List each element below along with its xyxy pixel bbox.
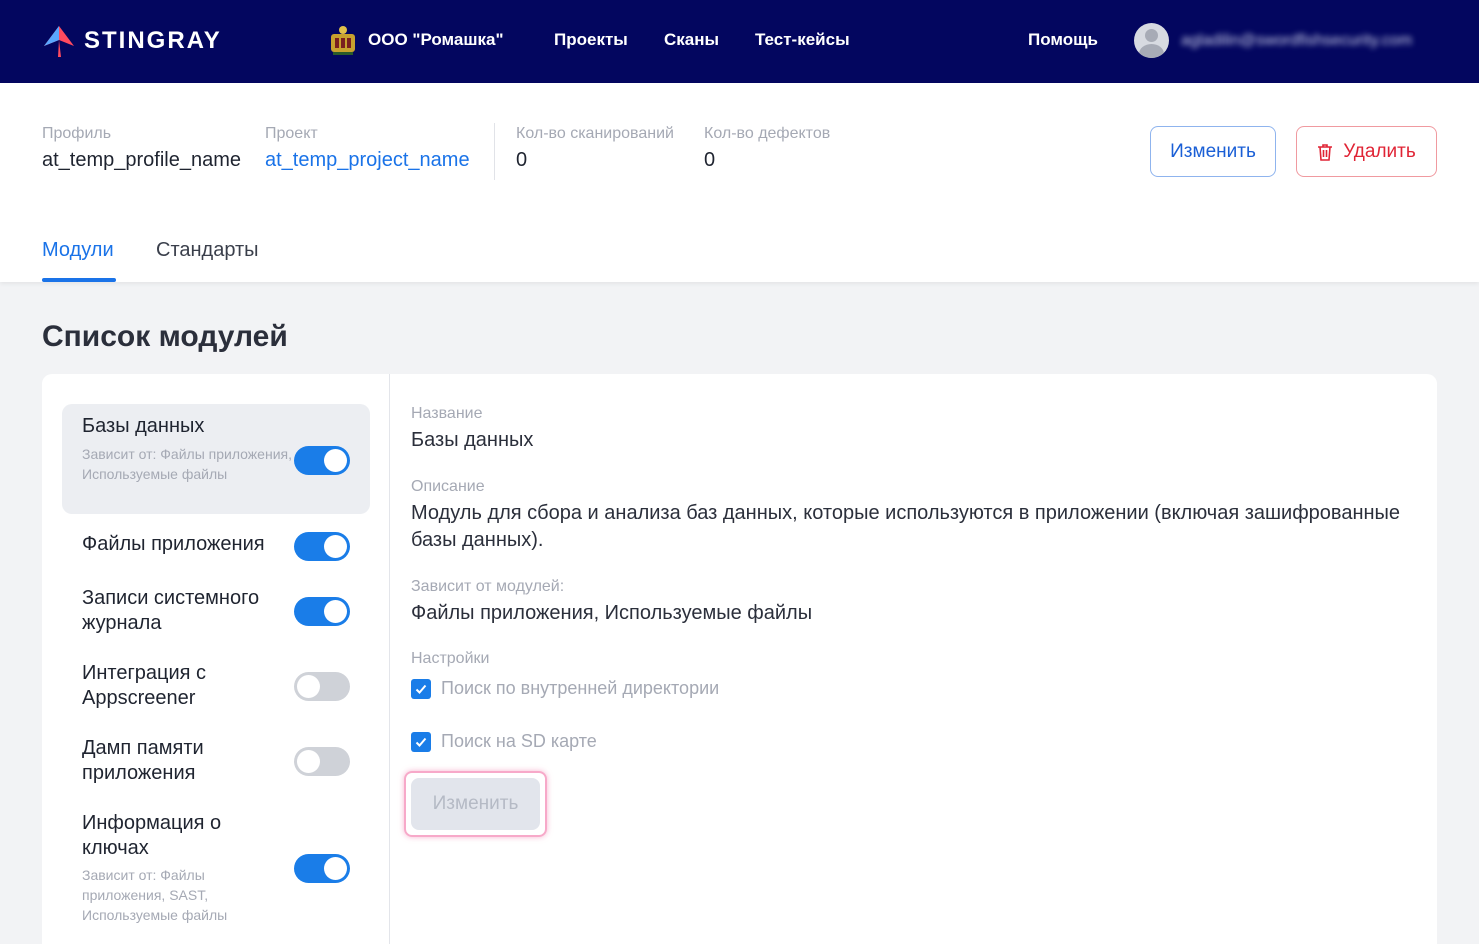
user-email: agladilin@swordfishsecurity.com: [1181, 31, 1413, 49]
module-toggle-key-info[interactable]: [294, 854, 350, 883]
meta-divider: [494, 123, 495, 180]
module-toggle-memory-dump[interactable]: [294, 747, 350, 776]
settings-label-block: Настройки: [411, 650, 489, 668]
module-title: Дамп памяти приложения: [82, 737, 204, 784]
module-title: Файлы приложения: [82, 533, 265, 555]
toggle-knob: [324, 535, 347, 558]
delete-label: Удалить: [1343, 140, 1416, 162]
settings-label: Настройки: [411, 650, 490, 667]
module-toggle-databases[interactable]: [294, 446, 350, 475]
module-item-app-files[interactable]: Файлы приложения: [62, 524, 370, 568]
dependencies-label: Зависит от модулей:: [411, 578, 565, 595]
detail-desc-block: Описание Модуль для сбора и анализа баз …: [411, 478, 1421, 554]
setting-internal-dir[interactable]: Поиск по внутренней директории: [411, 678, 719, 699]
scans-label: Кол-во сканирований: [516, 125, 674, 142]
nav-help[interactable]: Помощь: [1028, 30, 1098, 50]
toggle-knob: [324, 600, 347, 623]
project-meta: Проект at_temp_project_name: [265, 125, 470, 172]
checkbox-checked[interactable]: [411, 731, 431, 752]
module-toggle-app-files[interactable]: [294, 532, 350, 561]
module-title: Информация о ключах: [82, 812, 222, 859]
page-title: Список модулей: [42, 320, 288, 353]
project-link[interactable]: at_temp_project_name: [265, 149, 470, 172]
module-deps: Зависит от: Файлы приложения, SAST, Испо…: [82, 867, 228, 923]
delete-profile-button[interactable]: Удалить: [1296, 126, 1437, 177]
module-title: Записи системного журнала: [82, 587, 260, 634]
nav-projects[interactable]: Проекты: [554, 30, 628, 50]
toggle-knob: [324, 857, 347, 880]
name-value: Базы данных: [411, 429, 534, 451]
defects-meta: Кол-во дефектов 0: [704, 125, 830, 172]
trash-icon: [1318, 143, 1333, 161]
module-item-key-info[interactable]: Информация о ключах Зависит от: Файлы пр…: [62, 809, 370, 934]
checkbox-checked[interactable]: [411, 678, 431, 699]
nav-test-cases[interactable]: Тест-кейсы: [755, 30, 850, 50]
module-toggle-system-log[interactable]: [294, 597, 350, 626]
description-label: Описание: [411, 478, 485, 495]
active-tab-indicator: [42, 278, 116, 282]
edit-profile-button[interactable]: Изменить: [1150, 126, 1276, 177]
top-navbar: STINGRAY ООО "Ромашка" Проекты Сканы Тес…: [0, 0, 1479, 83]
scans-value: 0: [516, 149, 528, 171]
brand-logo[interactable]: STINGRAY: [42, 24, 222, 58]
org-name: ООО "Ромашка": [368, 30, 504, 49]
modules-card: Базы данных Зависит от: Файлы приложения…: [42, 374, 1437, 944]
profile-label: Профиль: [42, 125, 112, 142]
module-deps: Зависит от: Файлы приложения, Используем…: [82, 446, 292, 482]
defects-label: Кол-во дефектов: [704, 125, 831, 142]
card-divider: [389, 374, 390, 944]
profile-value: at_temp_profile_name: [42, 149, 242, 171]
org-selector[interactable]: ООО "Ромашка": [328, 24, 504, 56]
module-title: Базы данных: [82, 415, 205, 437]
profile-meta: Профиль at_temp_profile_name: [42, 125, 241, 172]
check-icon: [415, 684, 427, 694]
detail-name-block: Название Базы данных: [411, 405, 533, 454]
avatar: [1134, 23, 1169, 58]
module-item-appscreener[interactable]: Интеграция с Appscreener: [62, 659, 370, 719]
name-label: Название: [411, 405, 483, 422]
module-item-databases[interactable]: Базы данных Зависит от: Файлы приложения…: [62, 404, 370, 514]
defects-value: 0: [704, 149, 716, 171]
profile-header: Профиль at_temp_profile_name Проект at_t…: [0, 83, 1479, 282]
brand-name: STINGRAY: [84, 27, 222, 54]
user-menu[interactable]: agladilin@swordfishsecurity.com: [1134, 23, 1412, 58]
project-label: Проект: [265, 125, 318, 142]
dependencies-value: Файлы приложения, Используемые файлы: [411, 602, 813, 624]
toggle-knob: [297, 750, 320, 773]
module-item-memory-dump[interactable]: Дамп памяти приложения: [62, 734, 370, 794]
check-icon: [415, 737, 427, 747]
stingray-logo-icon: [44, 26, 74, 57]
toggle-knob: [297, 675, 320, 698]
module-title: Интеграция с Appscreener: [82, 662, 207, 709]
module-toggle-appscreener[interactable]: [294, 672, 350, 701]
org-emblem-icon: [331, 26, 355, 55]
tab-standards[interactable]: Стандарты: [156, 239, 259, 262]
module-item-system-log[interactable]: Записи системного журнала: [62, 584, 370, 644]
save-settings-button[interactable]: Изменить: [411, 778, 540, 830]
nav-scans[interactable]: Сканы: [664, 30, 719, 50]
scans-meta: Кол-во сканирований 0: [516, 125, 674, 172]
save-button-focus-ring: Изменить: [404, 771, 547, 837]
setting-sd-card[interactable]: Поиск на SD карте: [411, 731, 597, 752]
detail-deps-block: Зависит от модулей: Файлы приложения, Ис…: [411, 578, 812, 627]
setting-label: Поиск на SD карте: [441, 731, 597, 751]
toggle-knob: [324, 449, 347, 472]
tab-modules[interactable]: Модули: [42, 239, 114, 262]
setting-label: Поиск по внутренней директории: [441, 678, 720, 698]
description-value: Модуль для сбора и анализа баз данных, к…: [411, 502, 1401, 551]
